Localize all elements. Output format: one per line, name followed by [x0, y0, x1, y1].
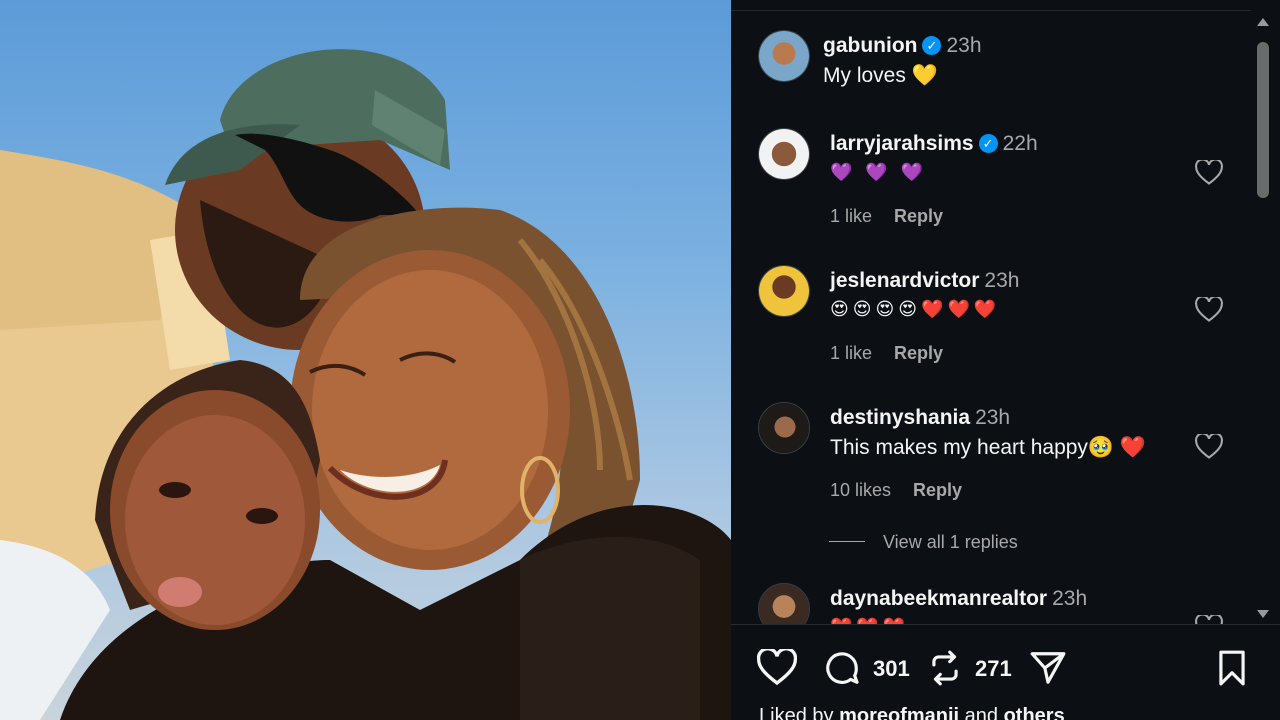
like-comment-heart-icon[interactable]	[1195, 160, 1223, 186]
comment-text: 💜 💜 💜	[830, 162, 928, 182]
like-comment-heart-icon[interactable]	[1195, 615, 1223, 624]
scrollbar-thumb[interactable]	[1257, 42, 1269, 198]
avatar-destinyshania[interactable]	[758, 402, 810, 454]
liked-by-user[interactable]: moreofmanii	[839, 705, 959, 720]
family-selfie-image	[0, 49, 731, 720]
post-photo	[0, 0, 731, 720]
comment-bubble-icon[interactable]	[822, 649, 862, 687]
comments-list[interactable]: gabunion ✓ 23h My loves 💛 larryjarahsims ✓ 2…	[731, 12, 1251, 624]
reply-button[interactable]: Reply	[894, 343, 943, 363]
comment-text: This makes my heart happy🥹 ❤️	[830, 436, 1147, 459]
post-action-bar: 301 271 Liked by moreofmanii and others	[731, 624, 1280, 720]
liked-by-prefix: Liked by	[759, 705, 840, 720]
repost-count[interactable]: 271	[975, 656, 1012, 682]
comment-likes[interactable]: 1 like	[830, 343, 872, 363]
panel-divider	[731, 10, 1251, 11]
share-paper-plane-icon[interactable]	[1028, 649, 1068, 687]
caption-text: My loves 💛	[823, 64, 938, 87]
scroll-down-arrow-icon[interactable]	[1257, 610, 1269, 618]
comment-likes[interactable]: 1 like	[830, 206, 872, 226]
comment-count[interactable]: 301	[873, 656, 910, 682]
comment-time: 22h	[1002, 132, 1038, 155]
verified-badge-icon: ✓	[978, 134, 998, 153]
author-username[interactable]: gabunion ✓ 23h	[823, 34, 982, 58]
replies-dash	[829, 541, 865, 542]
view-replies-button[interactable]: View all 1 replies	[829, 532, 1018, 553]
comment-meta: 10 likes Reply	[830, 480, 984, 501]
avatar-larryjarahsims[interactable]	[758, 128, 810, 180]
comment-meta: 1 like Reply	[830, 206, 965, 227]
author-name[interactable]: gabunion	[823, 34, 917, 57]
comment-username[interactable]: larryjarahsims ✓ 22h	[830, 132, 1038, 156]
like-comment-heart-icon[interactable]	[1195, 297, 1223, 323]
liked-by-others[interactable]: others	[1004, 705, 1065, 720]
comment-text: ❤️❤️❤️	[830, 617, 909, 624]
avatar-jeslenardvictor[interactable]	[758, 265, 810, 317]
comment-username[interactable]: jeslenardvictor 23h	[830, 269, 1019, 293]
comment-time: 23h	[1052, 587, 1088, 610]
repost-icon[interactable]	[925, 649, 965, 687]
comments-panel: gabunion ✓ 23h My loves 💛 larryjarahsims ✓ 2…	[731, 0, 1280, 720]
like-heart-icon[interactable]	[757, 649, 797, 687]
comment-username-text[interactable]: larryjarahsims	[830, 132, 974, 155]
comment-time: 23h	[975, 406, 1011, 429]
save-bookmark-icon[interactable]	[1213, 649, 1251, 687]
comments-scrollbar[interactable]	[1253, 12, 1273, 624]
scroll-up-arrow-icon[interactable]	[1257, 18, 1269, 26]
verified-badge-icon: ✓	[922, 36, 942, 55]
reply-button[interactable]: Reply	[913, 480, 962, 500]
comment-text: 😍😍😍😍❤️❤️❤️	[830, 299, 1001, 319]
view-replies-label[interactable]: View all 1 replies	[883, 532, 1018, 552]
reply-button[interactable]: Reply	[894, 206, 943, 226]
avatar-author[interactable]	[758, 30, 810, 82]
caption-time: 23h	[946, 34, 982, 57]
comment-likes[interactable]: 10 likes	[830, 480, 891, 500]
avatar-daynabeekmanrealtor[interactable]	[758, 583, 810, 624]
comment-meta: 1 like Reply	[830, 343, 965, 364]
like-comment-heart-icon[interactable]	[1195, 434, 1223, 460]
comment-username[interactable]: daynabeekmanrealtor 23h	[830, 587, 1087, 611]
liked-by-and: and	[959, 705, 1004, 720]
comment-username[interactable]: destinyshania 23h	[830, 406, 1010, 430]
comment-username-text[interactable]: jeslenardvictor	[830, 269, 979, 292]
comment-username-text[interactable]: destinyshania	[830, 406, 970, 429]
liked-by-text: Liked by moreofmanii and others	[759, 705, 1065, 720]
comment-username-text[interactable]: daynabeekmanrealtor	[830, 587, 1047, 610]
comment-time: 23h	[984, 269, 1020, 292]
